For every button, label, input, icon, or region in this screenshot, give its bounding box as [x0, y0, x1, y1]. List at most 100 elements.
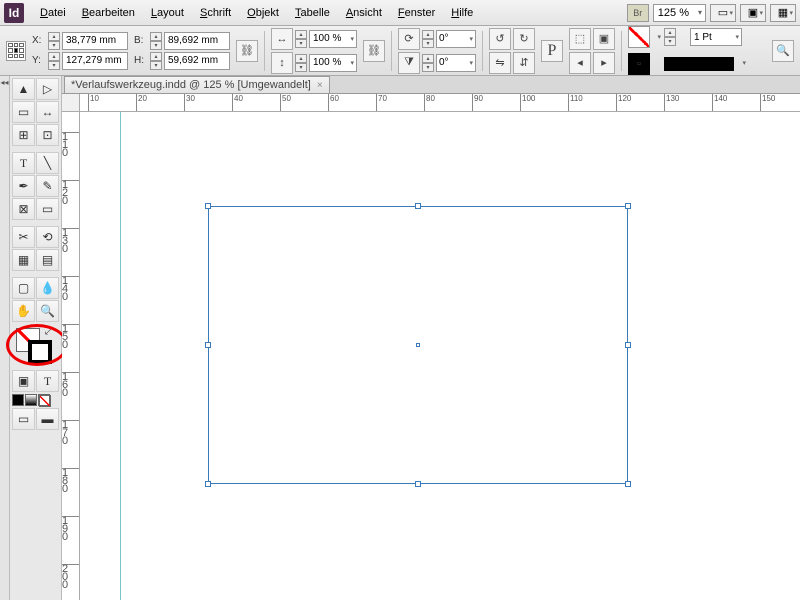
- document-tab[interactable]: *Verlaufswerkzeug.indd @ 125 % [Umgewand…: [64, 76, 330, 93]
- y-input[interactable]: 127,279 mm: [62, 52, 128, 70]
- select-prev-icon[interactable]: ◂: [569, 52, 591, 74]
- ruler-tick: 170: [62, 420, 80, 445]
- ruler-tick: 140: [62, 276, 80, 301]
- formatting-text-icon[interactable]: T: [36, 370, 59, 392]
- scissors-tool[interactable]: ✂: [12, 226, 35, 248]
- selected-frame[interactable]: [208, 206, 628, 484]
- canvas[interactable]: [80, 112, 800, 600]
- w-spinner[interactable]: ▴▾: [150, 32, 162, 50]
- type-tool[interactable]: T: [12, 152, 35, 174]
- collapse-panels-icon[interactable]: ◂◂: [0, 76, 9, 87]
- vertical-ruler[interactable]: 110120130140150160170180190200: [62, 112, 80, 600]
- direct-selection-tool[interactable]: ▷: [36, 78, 59, 100]
- bridge-button[interactable]: Br: [627, 4, 649, 22]
- resize-handle[interactable]: [625, 481, 631, 487]
- horizontal-ruler[interactable]: 0102030405060708090100110120130140150160: [80, 94, 800, 112]
- page-tool[interactable]: ▭: [12, 101, 35, 123]
- ruler-tick: 130: [62, 228, 80, 253]
- shear-input[interactable]: 0°: [436, 54, 476, 72]
- menu-schrift[interactable]: Schrift: [192, 7, 239, 19]
- tab-title: *Verlaufswerkzeug.indd @ 125 % [Umgewand…: [71, 79, 311, 91]
- gap-tool[interactable]: ↔: [36, 101, 59, 123]
- resize-handle[interactable]: [415, 203, 421, 209]
- sy-spinner[interactable]: ▴▾: [295, 54, 307, 72]
- view-mode-preview[interactable]: ▬: [36, 408, 59, 430]
- search-icon[interactable]: 🔍: [772, 40, 794, 62]
- eyedropper-tool[interactable]: 💧: [36, 277, 59, 299]
- resize-handle[interactable]: [625, 342, 631, 348]
- content-place-tool[interactable]: ⊡: [36, 124, 59, 146]
- view-options-button[interactable]: ▣: [740, 4, 766, 22]
- sx-spinner[interactable]: ▴▾: [295, 30, 307, 48]
- selection-tool[interactable]: ▲: [12, 78, 35, 100]
- resize-handle[interactable]: [415, 481, 421, 487]
- swap-fill-stroke-icon[interactable]: ⤢: [45, 326, 53, 337]
- center-point[interactable]: [416, 343, 420, 347]
- resize-handle[interactable]: [205, 481, 211, 487]
- stroke-style[interactable]: [664, 57, 734, 71]
- arrange-button[interactable]: ▦: [770, 4, 796, 22]
- menu-fenster[interactable]: Fenster: [390, 7, 443, 19]
- fill-stroke-proxy[interactable]: ⤢: [12, 326, 59, 368]
- flip-v-icon[interactable]: ⇵: [513, 52, 535, 74]
- note-tool[interactable]: ▢: [12, 277, 35, 299]
- close-tab-icon[interactable]: ×: [317, 80, 323, 91]
- menu-datei[interactable]: DDateiatei: [32, 7, 74, 19]
- constrain-wh-icon[interactable]: ⛓: [236, 40, 258, 62]
- shear-spinner[interactable]: ▴▾: [422, 54, 434, 72]
- gradient-swatch-tool[interactable]: ▦: [12, 249, 35, 271]
- menu-ansicht[interactable]: Ansicht: [338, 7, 390, 19]
- menu-layout[interactable]: Layout: [143, 7, 192, 19]
- menu-tabelle[interactable]: Tabelle: [287, 7, 338, 19]
- stroke-weight-input[interactable]: 1 Pt: [690, 28, 742, 46]
- zoom-select[interactable]: 125 %: [653, 4, 706, 22]
- menu-hilfe[interactable]: Hilfe: [443, 7, 481, 19]
- rotate-cw-icon[interactable]: ↻: [513, 28, 535, 50]
- h-input[interactable]: 59,692 mm: [164, 52, 230, 70]
- content-tool[interactable]: ⊞: [12, 124, 35, 146]
- hand-tool[interactable]: ✋: [12, 300, 35, 322]
- pen-tool[interactable]: ✒: [12, 175, 35, 197]
- pencil-tool[interactable]: ✎: [36, 175, 59, 197]
- rectangle-frame-tool[interactable]: ⊠: [12, 198, 35, 220]
- fill-swatch[interactable]: [628, 26, 650, 48]
- stroke-proxy[interactable]: [28, 340, 52, 364]
- h-spinner[interactable]: ▴▾: [150, 52, 162, 70]
- select-content-icon[interactable]: ▣: [593, 28, 615, 50]
- formatting-container-icon[interactable]: ▣: [12, 370, 35, 392]
- x-input[interactable]: 38,779 mm: [62, 32, 128, 50]
- app-icon: Id: [4, 3, 24, 23]
- rectangle-tool[interactable]: ▭: [36, 198, 59, 220]
- constrain-scale-icon[interactable]: ⛓: [363, 40, 385, 62]
- resize-handle[interactable]: [205, 342, 211, 348]
- menu-objekt[interactable]: Objekt: [239, 7, 287, 19]
- sy-input[interactable]: 100 %: [309, 54, 357, 72]
- select-container-icon[interactable]: ⬚: [569, 28, 591, 50]
- line-tool[interactable]: ╲: [36, 152, 59, 174]
- resize-handle[interactable]: [205, 203, 211, 209]
- y-label: Y:: [32, 55, 46, 66]
- ruler-tick: 200: [62, 564, 80, 589]
- rotation-input[interactable]: 0°: [436, 30, 476, 48]
- zoom-tool[interactable]: 🔍: [36, 300, 59, 322]
- rot-spinner[interactable]: ▴▾: [422, 30, 434, 48]
- resize-handle[interactable]: [625, 203, 631, 209]
- view-mode-normal[interactable]: ▭: [12, 408, 35, 430]
- ruler-origin[interactable]: [62, 94, 80, 112]
- stroke-sw-icon[interactable]: ▫: [628, 53, 650, 75]
- transform-tool[interactable]: ⟲: [36, 226, 59, 248]
- weight-spinner[interactable]: ▴▾: [664, 28, 676, 46]
- gradient-feather-tool[interactable]: ▤: [36, 249, 59, 271]
- x-spinner[interactable]: ▴▾: [48, 32, 60, 50]
- flip-h-icon[interactable]: ⇋: [489, 52, 511, 74]
- y-spinner[interactable]: ▴▾: [48, 52, 60, 70]
- ruler-tick: 60: [328, 94, 339, 112]
- reference-point[interactable]: [6, 41, 26, 61]
- rotate-ccw-icon[interactable]: ↺: [489, 28, 511, 50]
- apply-color-row[interactable]: [12, 394, 59, 406]
- select-next-icon[interactable]: ▸: [593, 52, 615, 74]
- w-input[interactable]: 89,692 mm: [164, 32, 230, 50]
- sx-input[interactable]: 100 %: [309, 30, 357, 48]
- screen-mode-button[interactable]: ▭: [710, 4, 736, 22]
- menu-bearbeiten[interactable]: Bearbeiten: [74, 7, 143, 19]
